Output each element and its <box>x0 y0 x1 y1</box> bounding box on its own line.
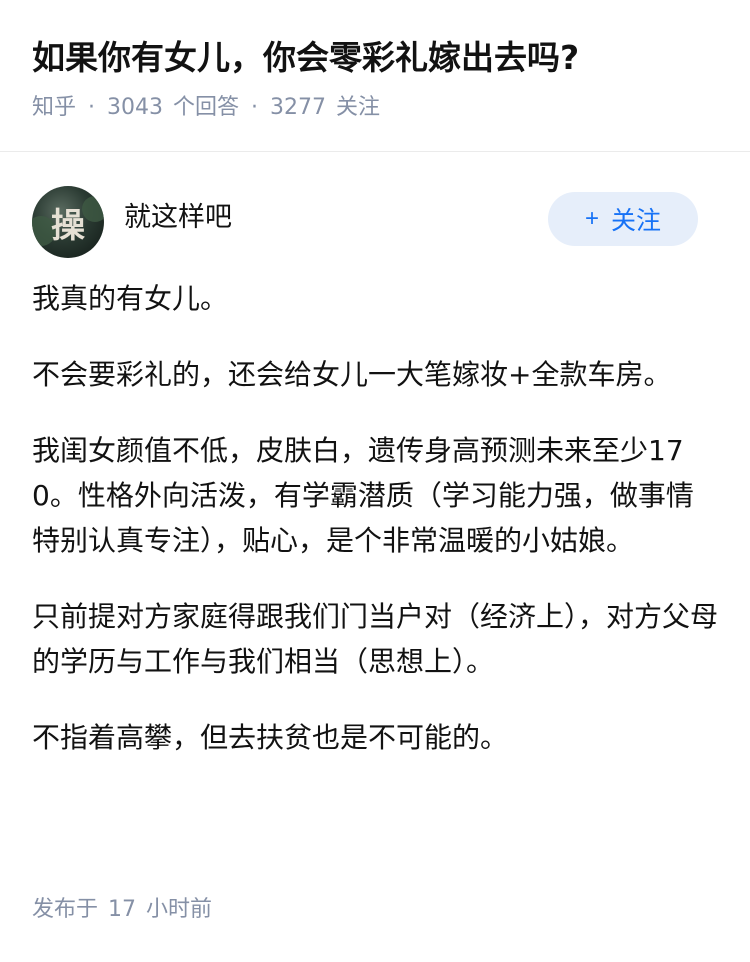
follow-button-label: 关注 <box>611 207 662 235</box>
follow-button[interactable]: + 关注 <box>548 192 698 246</box>
meta-separator: · <box>88 95 96 120</box>
plus-icon: + <box>584 205 599 232</box>
follow-count-label[interactable]: 关注 <box>336 92 380 124</box>
source-label[interactable]: 知乎 <box>32 92 76 124</box>
publish-unit: 小时前 <box>146 897 213 922</box>
publish-number: 17 <box>108 897 137 922</box>
answer-paragraph: 我真的有女儿。 <box>32 282 229 315</box>
question-title[interactable]: 如果你有女儿，你会零彩礼嫁出去吗? <box>32 34 718 82</box>
question-meta: 知乎 · 3043 个回答 · 3277 关注 <box>32 92 718 124</box>
author-name[interactable]: 就这样吧 <box>124 200 232 236</box>
answer-paragraph: 我闺女颜值不低，皮肤白，遗传身高预测未来至少170。性格外向活泼，有学霸潜质（学… <box>32 434 694 557</box>
answer-paragraph: 不会要彩礼的，还会给女儿一大笔嫁妆+全款车房。 <box>32 358 672 391</box>
question-header: 如果你有女儿，你会零彩礼嫁出去吗? 知乎 · 3043 个回答 · 3277 关… <box>0 0 750 152</box>
answer-card: 操 就这样吧 + 关注 我真的有女儿。 不会要彩礼的，还会给女儿一大笔嫁妆+全款… <box>0 152 750 760</box>
answer-count-label[interactable]: 个回答 <box>173 92 239 124</box>
answer-paragraph: 不指着高攀，但去扶贫也是不可能的。 <box>32 721 509 754</box>
avatar-glyph: 操 <box>51 205 85 246</box>
answer-paragraph: 只前提对方家庭得跟我们门当户对（经济上），对方父母的学历与工作与我们相当（思想上… <box>32 600 719 678</box>
answer-count: 3043 <box>107 95 164 120</box>
publish-time: 发布于 17 小时前 <box>32 894 222 926</box>
answer-content: 我真的有女儿。 不会要彩礼的，还会给女儿一大笔嫁妆+全款车房。 我闺女颜值不低，… <box>32 276 718 760</box>
publish-prefix: 发布于 <box>32 897 99 922</box>
meta-separator: · <box>251 95 259 120</box>
answer-page: 如果你有女儿，你会零彩礼嫁出去吗? 知乎 · 3043 个回答 · 3277 关… <box>0 0 750 962</box>
follow-count: 3277 <box>270 95 327 120</box>
avatar[interactable]: 操 <box>32 186 104 258</box>
